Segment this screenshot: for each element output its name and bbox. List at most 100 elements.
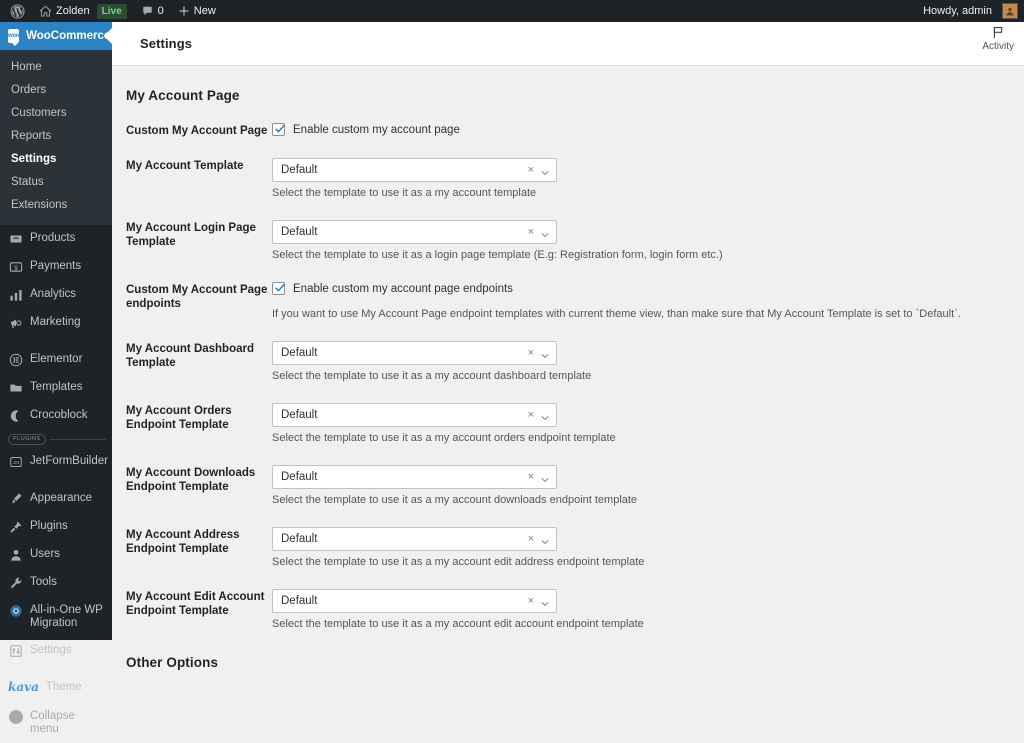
sidebar-item-label: Products bbox=[30, 232, 76, 244]
clear-icon[interactable]: × bbox=[528, 595, 540, 607]
clear-icon[interactable]: × bbox=[528, 226, 540, 238]
field-description: Select the template to use it as a my ac… bbox=[272, 432, 616, 444]
sidebar-item-jetformbuilder[interactable]: Jet JetFormBuilder bbox=[0, 448, 112, 476]
sidebar-item-payments[interactable]: $ Payments bbox=[0, 253, 112, 281]
chevron-down-icon[interactable] bbox=[540, 534, 550, 544]
checkbox-enable-custom-my-account-page[interactable]: Enable custom my account page bbox=[272, 123, 1024, 136]
sidebar-item-settings[interactable]: Settings bbox=[0, 148, 112, 171]
admin-bar: Zolden Live 0 New Howdy, admin bbox=[0, 0, 1024, 22]
select-my-account-login-page-template[interactable]: Default × bbox=[272, 220, 557, 244]
select-value: Default bbox=[281, 164, 318, 176]
field-description: Select the template to use it as a my ac… bbox=[272, 556, 645, 568]
active-menu-pointer bbox=[104, 28, 112, 44]
select-my-account-downloads-endpoint-template[interactable]: Default × bbox=[272, 465, 557, 489]
checkmark-icon bbox=[275, 125, 285, 133]
select-my-account-template[interactable]: Default × bbox=[272, 158, 557, 182]
sidebar-item-users[interactable]: Users bbox=[0, 541, 112, 569]
woocommerce-icon: woo bbox=[8, 29, 19, 46]
sidebar-item-woocommerce[interactable]: woo WooCommerce bbox=[0, 22, 112, 50]
field-row-my-account-edit-account-endpoint-template: My Account Edit Account Endpoint Templat… bbox=[112, 589, 1024, 631]
chevron-down-icon[interactable] bbox=[540, 348, 550, 358]
settings-form: My Account Page Custom My Account Page E… bbox=[112, 66, 1024, 670]
field-label: My Account Login Page Template bbox=[126, 222, 256, 248]
select-my-account-address-endpoint-template[interactable]: Default × bbox=[272, 527, 557, 551]
menu-divider bbox=[0, 665, 112, 674]
comments-menu[interactable]: 0 bbox=[134, 0, 171, 22]
admin-bar-left: Zolden Live 0 New bbox=[0, 0, 223, 22]
sidebar-item-settings-wp[interactable]: Settings bbox=[0, 637, 112, 665]
settings-sliders-icon bbox=[8, 644, 23, 658]
sidebar-item-all-in-one-wp-migration[interactable]: All-in-One WP Migration bbox=[0, 597, 112, 637]
field-row-my-account-dashboard-template: My Account Dashboard Template Default × … bbox=[112, 341, 1024, 383]
sidebar-item-extensions[interactable]: Extensions bbox=[0, 194, 112, 217]
chevron-down-icon[interactable] bbox=[540, 596, 550, 606]
clear-icon[interactable]: × bbox=[528, 471, 540, 483]
page-title: Settings bbox=[140, 36, 193, 51]
sidebar-item-marketing[interactable]: Marketing bbox=[0, 309, 112, 337]
sidebar-item-label: Elementor bbox=[30, 353, 83, 365]
site-name-menu[interactable]: Zolden bbox=[32, 0, 97, 22]
clear-icon[interactable]: × bbox=[528, 164, 540, 176]
sidebar-item-analytics[interactable]: Analytics bbox=[0, 281, 112, 309]
woocommerce-submenu: Home Orders Customers Reports Settings S… bbox=[0, 50, 112, 225]
sidebar-item-orders[interactable]: Orders bbox=[0, 79, 112, 102]
field-row-my-account-address-endpoint-template: My Account Address Endpoint Template Def… bbox=[112, 527, 1024, 569]
select-my-account-orders-endpoint-template[interactable]: Default × bbox=[272, 403, 557, 427]
chevron-down-icon[interactable] bbox=[540, 165, 550, 175]
activity-button[interactable]: Activity bbox=[982, 25, 1014, 52]
chevron-down-icon[interactable] bbox=[540, 472, 550, 482]
chevron-down-icon[interactable] bbox=[540, 410, 550, 420]
clear-icon[interactable]: × bbox=[528, 533, 540, 545]
sidebar-item-status[interactable]: Status bbox=[0, 171, 112, 194]
collapse-menu-button[interactable]: Collapse menu bbox=[0, 701, 112, 743]
svg-text:Jet: Jet bbox=[11, 460, 19, 465]
menu-divider bbox=[0, 476, 112, 485]
live-status[interactable]: Live bbox=[96, 0, 134, 22]
clear-icon[interactable]: × bbox=[528, 409, 540, 421]
clear-icon[interactable]: × bbox=[528, 347, 540, 359]
sidebar-item-label: JetFormBuilder bbox=[30, 455, 108, 467]
sidebar-item-reports[interactable]: Reports bbox=[0, 125, 112, 148]
sidebar-item-templates[interactable]: Templates bbox=[0, 374, 112, 402]
field-description: If you want to use My Account Page endpo… bbox=[272, 308, 961, 320]
field-label: Custom My Account Page endpoints bbox=[126, 284, 268, 310]
plugins-separator: PLUGINS bbox=[0, 432, 112, 447]
sidebar-item-crocoblock[interactable]: Crocoblock bbox=[0, 402, 112, 430]
new-content-menu[interactable]: New bbox=[171, 0, 223, 22]
sidebar-item-label: Marketing bbox=[30, 316, 81, 328]
sidebar-item-appearance[interactable]: Appearance bbox=[0, 485, 112, 513]
sidebar-item-customers[interactable]: Customers bbox=[0, 102, 112, 125]
checkbox-enable-custom-my-account-page-endpoints[interactable]: Enable custom my account page endpoints bbox=[272, 282, 1024, 295]
sidebar-item-kava-theme[interactable]: kava Theme bbox=[0, 674, 112, 701]
select-value: Default bbox=[281, 595, 318, 607]
sidebar-item-plugins[interactable]: Plugins bbox=[0, 513, 112, 541]
admin-sidebar: woo WooCommerce Home Orders Customers Re… bbox=[0, 22, 112, 735]
marketing-megaphone-icon bbox=[8, 316, 23, 330]
field-row-custom-my-account-page-endpoints: Custom My Account Page endpoints Enable … bbox=[112, 282, 1024, 321]
checkbox-box[interactable] bbox=[272, 123, 285, 136]
sidebar-item-tools[interactable]: Tools bbox=[0, 569, 112, 597]
field-control: Default × Select the template to use it … bbox=[272, 465, 1024, 507]
select-my-account-edit-account-endpoint-template[interactable]: Default × bbox=[272, 589, 557, 613]
jetformbuilder-icon: Jet bbox=[8, 455, 23, 469]
wordpress-logo-menu[interactable] bbox=[3, 0, 32, 22]
my-account-menu[interactable]: Howdy, admin bbox=[916, 0, 1018, 22]
page-header: Settings Activity bbox=[112, 22, 1024, 66]
select-my-account-dashboard-template[interactable]: Default × bbox=[272, 341, 557, 365]
sidebar-item-label: Payments bbox=[30, 260, 82, 272]
checkbox-box[interactable] bbox=[272, 282, 285, 295]
avatar-glyph-icon bbox=[1006, 7, 1014, 16]
sidebar-item-home[interactable]: Home bbox=[0, 56, 112, 79]
collapse-menu-label: Collapse menu bbox=[30, 710, 75, 735]
sidebar-item-products[interactable]: Products bbox=[0, 225, 112, 253]
plugins-plug-icon bbox=[8, 520, 23, 534]
field-control: Default × Select the template to use it … bbox=[272, 589, 1024, 631]
field-description: Select the template to use it as a login… bbox=[272, 249, 723, 261]
live-badge: Live bbox=[96, 3, 127, 19]
field-row-my-account-downloads-endpoint-template: My Account Downloads Endpoint Template D… bbox=[112, 465, 1024, 507]
appearance-brush-icon bbox=[8, 492, 23, 506]
sidebar-item-elementor[interactable]: Elementor bbox=[0, 346, 112, 374]
select-value: Default bbox=[281, 471, 318, 483]
chevron-down-icon[interactable] bbox=[540, 227, 550, 237]
folder-icon bbox=[8, 381, 23, 395]
